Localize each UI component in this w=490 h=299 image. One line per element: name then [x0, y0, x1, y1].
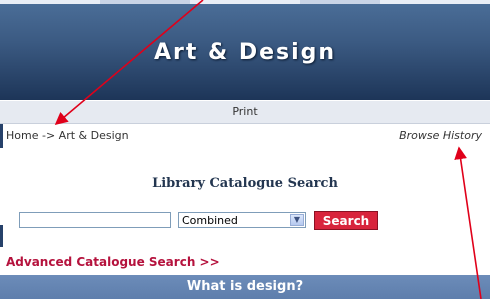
chevron-down-icon[interactable]: ▼	[290, 214, 304, 226]
search-scope-select[interactable]: Combined ▼	[178, 212, 306, 228]
advanced-search-link[interactable]: Advanced Catalogue Search >>	[6, 255, 220, 269]
site-banner: Art & Design	[0, 4, 490, 100]
search-heading: Library Catalogue Search	[152, 176, 338, 191]
search-input[interactable]	[19, 212, 171, 228]
left-edge-accent	[0, 225, 3, 247]
section-header: What is design?	[0, 275, 490, 299]
search-scope-value: Combined	[182, 214, 238, 227]
section-title: What is design?	[186, 279, 304, 294]
search-button[interactable]: Search	[314, 211, 378, 230]
breadcrumb-home-link[interactable]: Home	[6, 129, 38, 142]
print-link[interactable]: Print	[0, 101, 490, 124]
banner-title: Art & Design	[153, 40, 337, 65]
breadcrumb: Home -> Art & Design	[6, 129, 129, 142]
breadcrumb-separator: ->	[41, 129, 56, 142]
browse-history-link[interactable]: Browse History	[399, 129, 482, 142]
breadcrumb-current: Art & Design	[58, 129, 129, 142]
left-edge-accent	[0, 124, 3, 148]
